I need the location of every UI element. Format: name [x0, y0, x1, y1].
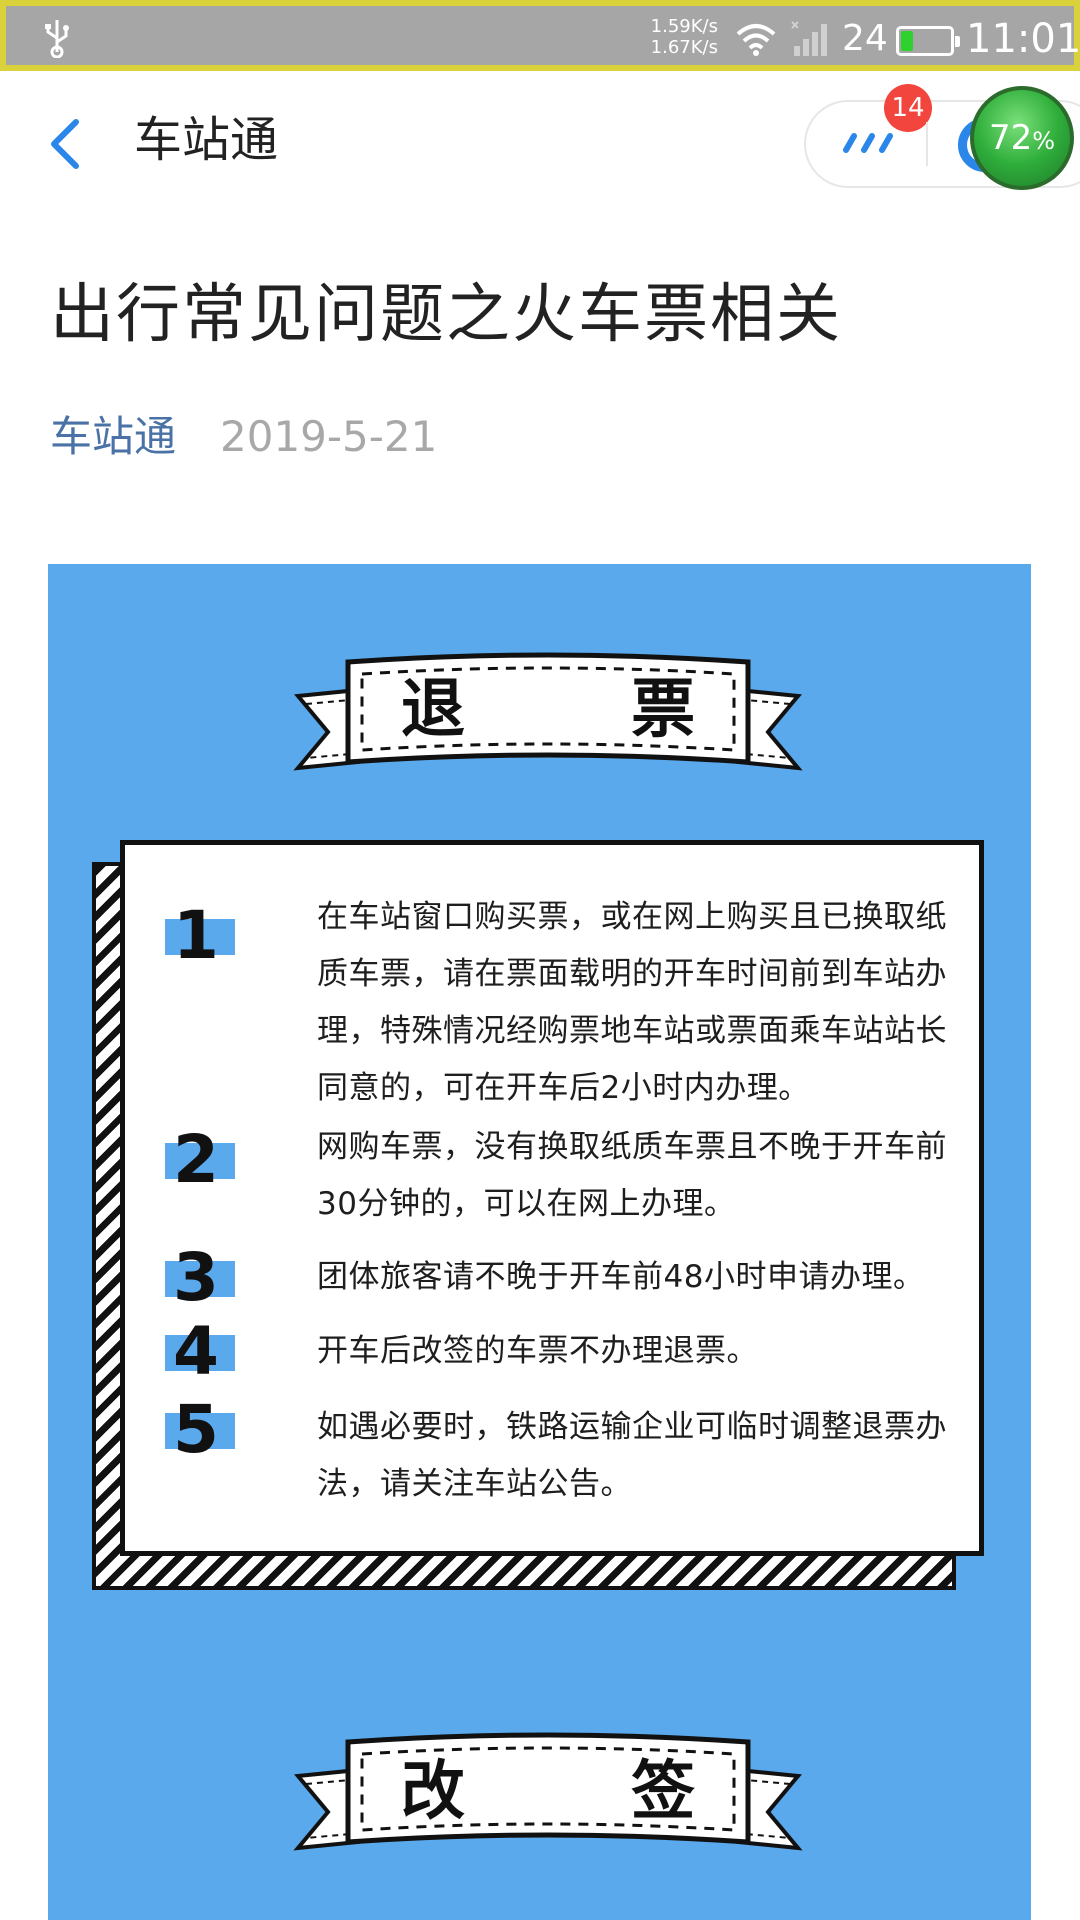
status-bar: 1.59K/s 1.67K/s 24 11:01: [0, 0, 1080, 71]
section-ribbon-change: 改 签: [288, 1724, 808, 1874]
item-number: 5: [173, 1391, 219, 1468]
item-text: 开车后改签的车票不办理退票。: [317, 1333, 758, 1369]
section-title-refund: 退 票: [400, 673, 768, 747]
item-number: 1: [173, 897, 219, 974]
article-date: 2019-5-21: [220, 412, 438, 461]
item-number: 2: [173, 1121, 219, 1198]
article-source-link[interactable]: 车站通: [50, 412, 176, 462]
back-arrow-icon[interactable]: [46, 118, 86, 170]
progress-unit: %: [1032, 127, 1056, 155]
section-title-change: 改 签: [400, 1755, 768, 1829]
network-speed: 1.59K/s 1.67K/s: [638, 16, 718, 58]
battery-level-text: 24: [842, 18, 888, 59]
download-speed: 1.67K/s: [650, 37, 718, 58]
capsule-divider: [926, 122, 928, 166]
clock: 11:01: [966, 16, 1080, 62]
upload-speed: 1.59K/s: [650, 16, 718, 37]
speed-boost-ball[interactable]: 72%: [970, 86, 1074, 190]
notification-badge: 14: [884, 84, 932, 132]
item-text: 网购车票，没有换取纸质车票且不晚于开车前30分钟的，可以在网上办理。: [317, 1129, 947, 1222]
item-text: 如遇必要时，铁路运输企业可临时调整退票办法，请关注车站公告。: [317, 1409, 947, 1502]
refund-rules-card: 1 在车站窗口购买票，或在网上购买且已换取纸质车票，请在票面载明的开车时间前到车…: [120, 840, 984, 1556]
progress-percent: 72: [988, 118, 1033, 158]
item-number: 4: [173, 1313, 219, 1390]
usb-icon: [45, 20, 69, 58]
item-text: 在车站窗口购买票，或在网上购买且已换取纸质车票，请在票面载明的开车时间前到车站办…: [317, 899, 947, 1106]
item-text: 团体旅客请不晚于开车前48小时申请办理。: [317, 1259, 925, 1295]
app-title: 车站通: [134, 112, 279, 168]
more-options-icon[interactable]: [840, 128, 900, 158]
infographic-image: 退 票 1 在车站窗口购买票，或在网上购买且已换取纸质车票，请在票面载明的开车时…: [48, 564, 1031, 1920]
signal-icon: [791, 21, 827, 56]
battery-icon: [896, 26, 960, 56]
article-title: 出行常见问题之火车票相关: [50, 278, 842, 352]
section-ribbon-refund: 退 票: [288, 644, 808, 794]
wifi-icon: [736, 24, 776, 56]
item-number: 3: [173, 1239, 219, 1316]
